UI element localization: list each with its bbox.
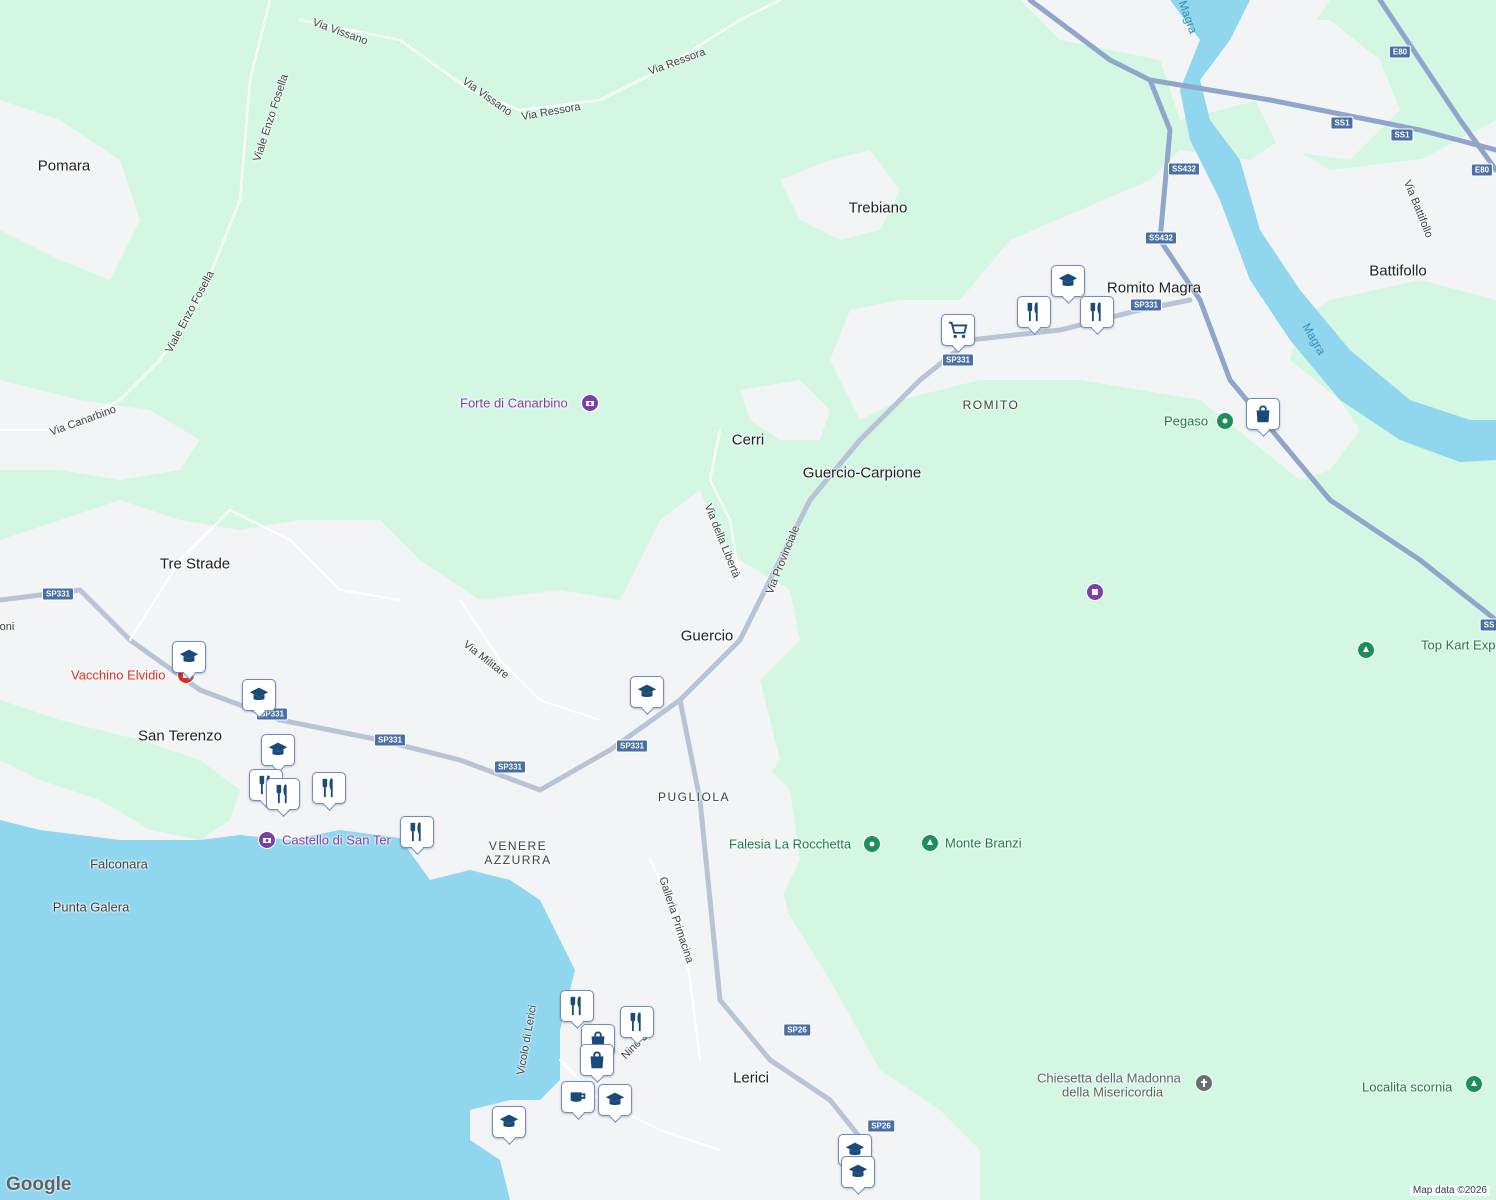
place-label: Lerici bbox=[733, 1069, 769, 1087]
tree-icon[interactable] bbox=[1465, 1075, 1483, 1093]
place-label: San Terenzo bbox=[138, 727, 222, 745]
poi-label[interactable]: della Misericordia bbox=[1062, 1085, 1163, 1100]
road-label: oni bbox=[0, 621, 15, 633]
place-label: Romito Magra bbox=[1106, 279, 1202, 297]
road-shield: SP331 bbox=[41, 587, 75, 601]
poi-label[interactable]: Falesia La Rocchetta bbox=[729, 837, 851, 852]
fork-knife-icon[interactable] bbox=[312, 772, 346, 806]
fork-knife-icon[interactable] bbox=[1080, 296, 1114, 330]
map-attribution[interactable]: Map data ©2026 bbox=[1409, 1185, 1490, 1196]
road-shield: SP331 bbox=[941, 353, 975, 367]
graduation-cap-icon[interactable] bbox=[630, 676, 664, 710]
place-label: Pomara bbox=[37, 157, 91, 175]
road-shield: SS1 bbox=[1390, 128, 1414, 142]
place-label: Tre Strade bbox=[159, 555, 231, 573]
place-label: Guercio bbox=[680, 627, 734, 645]
camera-icon[interactable] bbox=[258, 831, 276, 849]
road-shield: SS432 bbox=[1144, 231, 1178, 245]
place-label: Guercio-Carpione bbox=[802, 464, 922, 482]
fork-knife-icon[interactable] bbox=[400, 816, 434, 850]
place-label: Cerri bbox=[731, 431, 765, 449]
map-canvas[interactable] bbox=[0, 0, 1496, 1200]
tree-icon[interactable] bbox=[1357, 641, 1375, 659]
shopping-bag-icon[interactable] bbox=[1246, 398, 1280, 432]
place-label: Falconara bbox=[90, 856, 148, 872]
graduation-cap-icon[interactable] bbox=[492, 1106, 526, 1140]
pin-icon[interactable] bbox=[863, 835, 881, 853]
poi-label[interactable]: Pegaso bbox=[1164, 414, 1208, 429]
poi-label[interactable]: Top Kart Exp bbox=[1421, 638, 1495, 653]
road-shield: E80 bbox=[1470, 163, 1494, 177]
road-shield: E80 bbox=[1388, 45, 1412, 59]
church-icon[interactable] bbox=[1195, 1074, 1213, 1092]
district-label: VENERE AZZURRA bbox=[484, 839, 552, 867]
fork-knife-icon[interactable] bbox=[620, 1006, 654, 1040]
fork-knife-icon[interactable] bbox=[266, 778, 300, 812]
road-shield: SP331 bbox=[493, 760, 527, 774]
graduation-cap-icon[interactable] bbox=[172, 641, 206, 675]
poi-label[interactable]: Forte di Canarbino bbox=[460, 396, 568, 411]
poi-label[interactable]: Monte Branzi bbox=[945, 836, 1022, 851]
place-label: Trebiano bbox=[848, 199, 908, 217]
cart-icon[interactable] bbox=[941, 314, 975, 348]
road-shield: SS bbox=[1479, 618, 1496, 632]
fork-knife-icon[interactable] bbox=[560, 990, 594, 1024]
district-label: PUGLIOLA bbox=[657, 790, 731, 804]
road-shield: SP26 bbox=[783, 1023, 811, 1037]
road-shield: SP331 bbox=[373, 733, 407, 747]
poi-label[interactable]: Castello di San Ter bbox=[282, 833, 391, 848]
shopping-bag-icon[interactable] bbox=[580, 1044, 614, 1078]
camera-icon[interactable] bbox=[581, 394, 599, 412]
google-logo: Google bbox=[6, 1174, 72, 1195]
fork-knife-icon[interactable] bbox=[1017, 296, 1051, 330]
road-shield: SP331 bbox=[615, 739, 649, 753]
road-shield: SS1 bbox=[1330, 116, 1354, 130]
road-shield: SP331 bbox=[1129, 298, 1163, 312]
graduation-cap-icon[interactable] bbox=[261, 734, 295, 768]
road-shield: SS432 bbox=[1167, 162, 1201, 176]
poi-label[interactable]: Localita scornia bbox=[1362, 1080, 1452, 1095]
place-label: Punta Galera bbox=[52, 899, 130, 915]
graduation-cap-icon[interactable] bbox=[841, 1156, 875, 1190]
graduation-cap-icon[interactable] bbox=[598, 1084, 632, 1118]
coffee-icon[interactable] bbox=[561, 1081, 595, 1115]
poi-label[interactable]: Vacchino Elvidio bbox=[71, 668, 165, 683]
graduation-cap-icon[interactable] bbox=[242, 679, 276, 713]
road-shield: SP26 bbox=[867, 1119, 895, 1133]
pin-icon[interactable] bbox=[1216, 412, 1234, 430]
tree-icon[interactable] bbox=[921, 834, 939, 852]
graduation-cap-icon[interactable] bbox=[1051, 265, 1085, 299]
place-label: Battifollo bbox=[1369, 262, 1427, 280]
building-icon[interactable] bbox=[1086, 583, 1104, 601]
district-label: ROMITO bbox=[962, 398, 1020, 412]
poi-label[interactable]: Chiesetta della Madonna bbox=[1037, 1071, 1181, 1086]
